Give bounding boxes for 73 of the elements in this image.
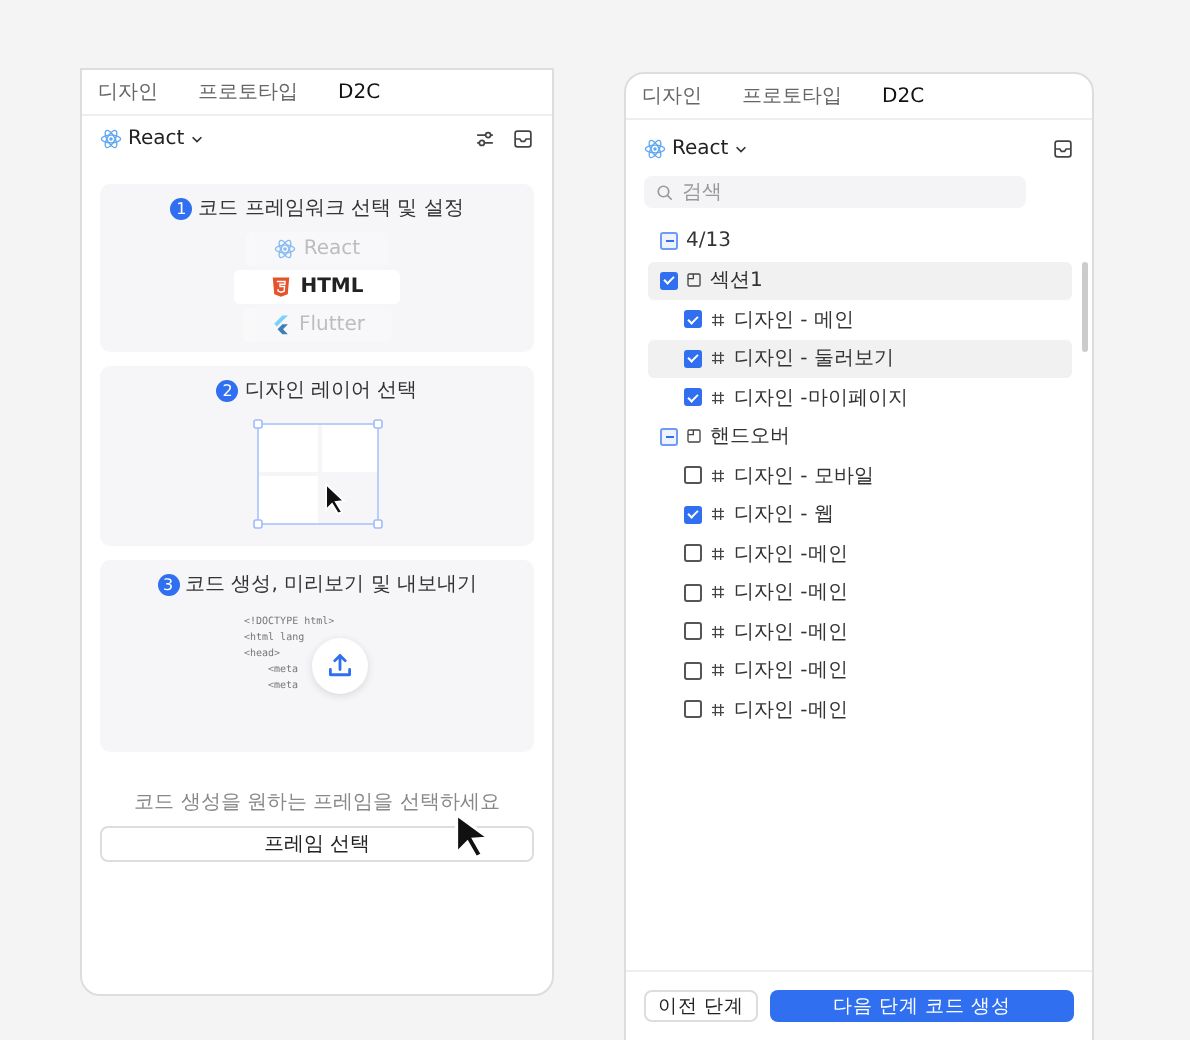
frame-icon — [710, 584, 726, 601]
next-button[interactable]: 다음 단계 코드 생성 — [770, 990, 1074, 1022]
tab[interactable]: 디자인 — [642, 82, 702, 110]
inbox-icon[interactable] — [512, 127, 534, 149]
frame-icon — [710, 467, 726, 484]
scrollbar[interactable] — [1082, 262, 1088, 352]
select-frame-button[interactable]: 프레임 선택 — [100, 826, 534, 862]
frame-icon — [710, 623, 726, 640]
checkbox[interactable] — [660, 427, 678, 446]
sliders-icon[interactable] — [474, 127, 496, 149]
tree-row[interactable]: 디자인 -메인 — [648, 612, 1072, 651]
search-field[interactable]: 검색 — [644, 176, 1026, 208]
tab[interactable]: 프로토타입 — [198, 78, 298, 106]
tab[interactable]: D2C — [338, 81, 381, 103]
checkbox[interactable] — [684, 622, 702, 641]
frame-icon — [710, 350, 726, 367]
tree-row[interactable]: 디자인 - 웹 — [648, 495, 1072, 534]
section-icon — [686, 428, 702, 445]
frame-icon — [710, 701, 726, 718]
checkbox[interactable] — [660, 232, 678, 251]
chevron-down-icon — [734, 141, 749, 155]
step-number: 2 — [216, 379, 239, 401]
step-number: 1 — [170, 197, 193, 219]
tree-row[interactable]: 디자인 -메인 — [648, 534, 1072, 573]
tab[interactable]: 디자인 — [98, 78, 158, 106]
tree-row[interactable]: 디자인 -메인 — [648, 690, 1072, 729]
checkbox[interactable] — [684, 505, 702, 524]
frame-icon — [710, 662, 726, 679]
tree-row[interactable]: 디자인 - 모바일 — [648, 456, 1072, 495]
chevron-down-icon — [190, 131, 205, 145]
checkbox[interactable] — [660, 271, 678, 290]
tree-row[interactable]: 디자인 - 둘러보기 — [648, 339, 1072, 378]
upload-button[interactable] — [312, 638, 368, 694]
checkbox[interactable] — [684, 661, 702, 680]
hint-text: 코드 생성을 원하는 프레임을 선택하세요 — [132, 790, 502, 816]
back-button[interactable]: 이전 단계 — [644, 990, 759, 1022]
frame-icon — [710, 389, 726, 406]
section-icon — [686, 272, 702, 289]
tab[interactable]: D2C — [882, 85, 925, 107]
checkbox[interactable] — [684, 310, 702, 329]
framework-dropdown[interactable]: React — [644, 137, 749, 159]
checkbox[interactable] — [684, 700, 702, 719]
search-icon — [656, 183, 674, 201]
checkbox[interactable] — [684, 466, 702, 485]
tree-row[interactable]: 디자인 - 메인 — [648, 300, 1072, 339]
step-number: 3 — [157, 573, 180, 595]
layer-selection-drawing — [251, 418, 383, 530]
tree-row[interactable]: 디자인 -마이페이지 — [648, 378, 1072, 417]
step-title: 코드 프레임워크 선택 및 설정 — [198, 196, 464, 222]
upload-icon — [326, 652, 354, 680]
atom-icon — [273, 238, 296, 260]
atom-icon — [100, 127, 122, 149]
frame-icon — [710, 506, 726, 523]
tree-row[interactable]: 디자인 -메인 — [648, 651, 1072, 690]
tree-row[interactable]: 섹션1 — [648, 261, 1072, 300]
framework-dropdown[interactable]: React — [100, 127, 205, 149]
tree-row[interactable]: 핸드오버 — [648, 417, 1072, 456]
framework-option[interactable]: HTML — [234, 270, 400, 304]
checkbox[interactable] — [684, 544, 702, 563]
tree-row[interactable]: 디자인 -메인 — [648, 573, 1072, 612]
selection-count: 4/13 — [686, 230, 731, 253]
checkbox[interactable] — [684, 583, 702, 602]
inbox-icon[interactable] — [1052, 137, 1074, 159]
frame-icon — [710, 311, 726, 328]
step-title: 디자인 레이어 선택 — [244, 378, 418, 404]
atom-icon — [644, 137, 666, 159]
shield-icon — [270, 276, 293, 298]
checkbox[interactable] — [684, 349, 702, 368]
checkbox[interactable] — [684, 388, 702, 407]
step-title: 코드 생성, 미리보기 및 내보내기 — [185, 572, 477, 598]
tab[interactable]: 프로토타입 — [742, 82, 842, 110]
frame-icon — [710, 545, 726, 562]
chevron-logo-icon — [269, 314, 291, 336]
